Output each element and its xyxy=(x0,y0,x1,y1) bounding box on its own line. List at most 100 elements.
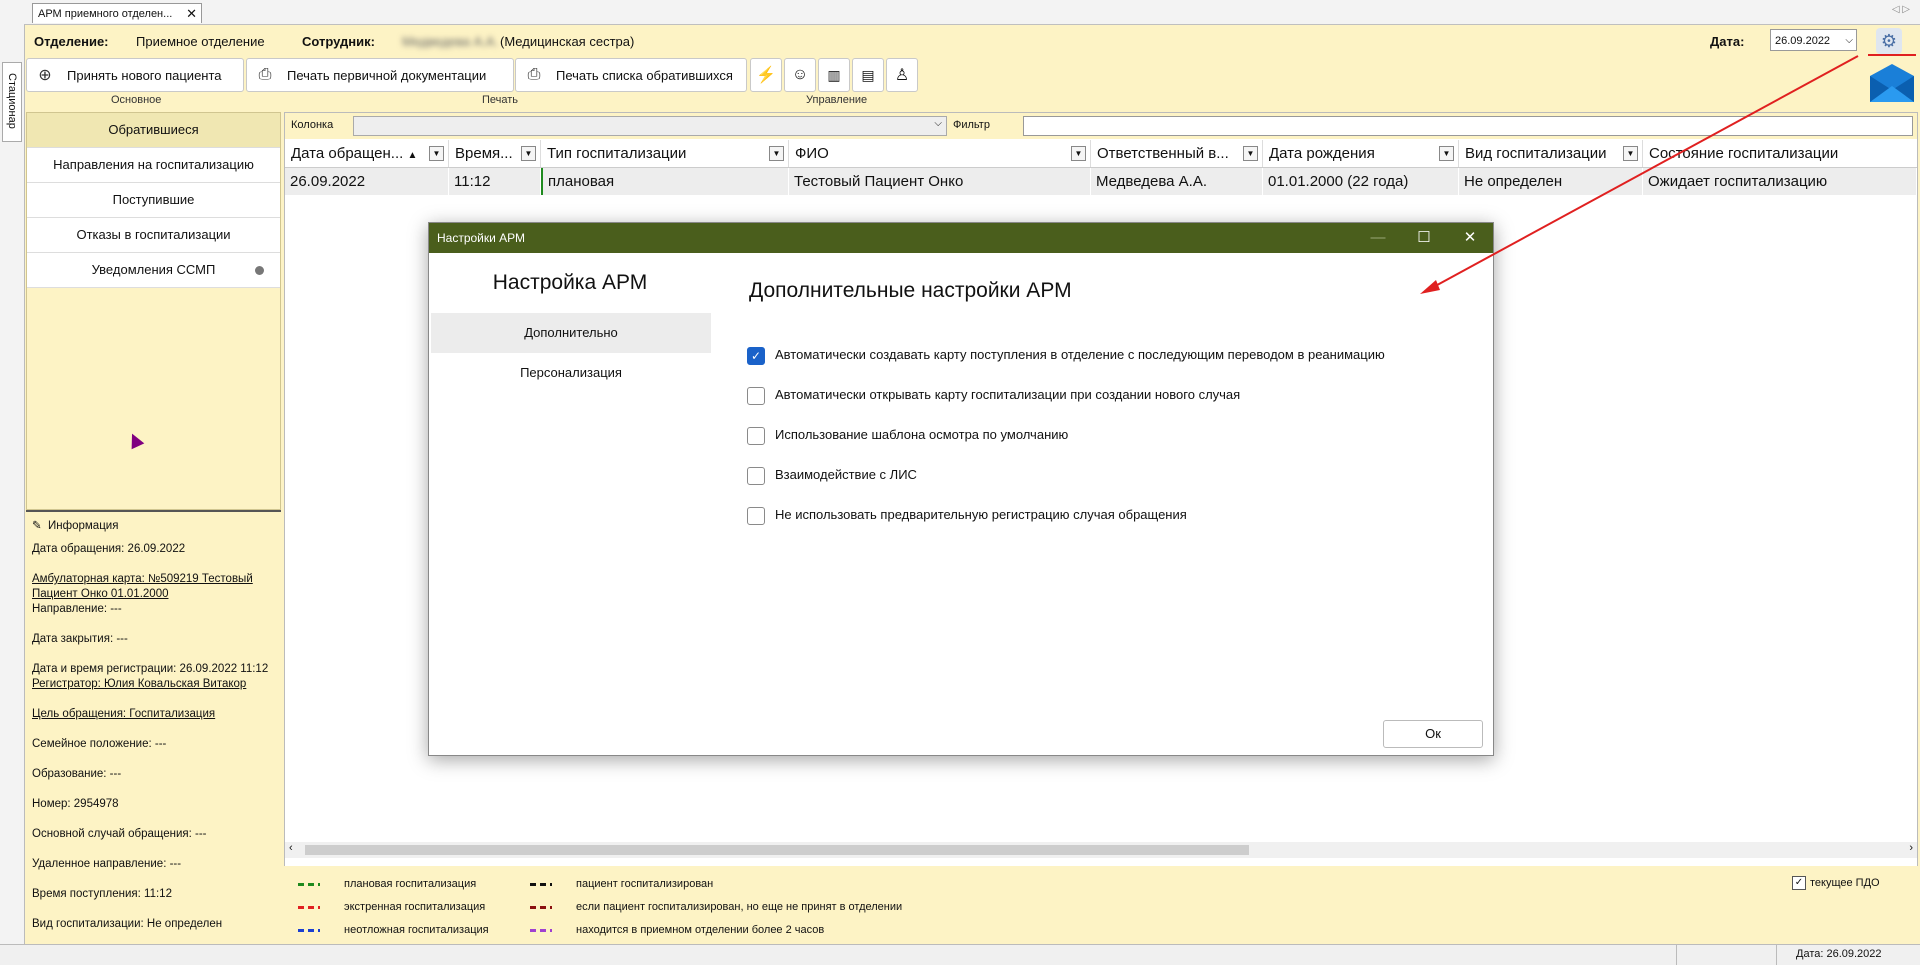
legend-label: пациент госпитализирован xyxy=(576,878,714,890)
side-item-personalization[interactable]: Персонализация xyxy=(431,353,711,393)
nav-item-label: Отказы в госпитализации xyxy=(76,227,231,242)
column-select[interactable]: ⌵ xyxy=(353,116,947,136)
date-picker[interactable]: 26.09.2022 ⌵ xyxy=(1770,29,1857,51)
col-title: Вид госпитализации xyxy=(1465,145,1607,162)
col-title: Дата обращен... xyxy=(291,145,404,162)
col-hosp-type[interactable]: Тип госпитализации ▼ xyxy=(541,140,789,167)
close-icon[interactable]: ✕ xyxy=(1447,223,1493,253)
document-tab[interactable]: АРМ приемного отделен... ✕ xyxy=(32,3,202,23)
legend: плановая госпитализация экстренная госпи… xyxy=(284,866,1918,936)
print-list-button[interactable]: ⎙ Печать списка обратившихся xyxy=(515,58,747,92)
group-label-print: Печать xyxy=(482,94,519,106)
col-name[interactable]: ФИО ▼ xyxy=(789,140,1091,167)
ok-button[interactable]: Ок xyxy=(1383,720,1483,748)
cell-responsible: Медведева А.А. xyxy=(1091,168,1263,195)
table-row[interactable]: 26.09.2022 11:12 плановая Тестовый Пацие… xyxy=(285,168,1917,195)
legend-label: неотложная госпитализация xyxy=(344,924,489,936)
info-line: Вид госпитализации: Не определен xyxy=(32,918,223,930)
printer-icon: ⎙ xyxy=(258,66,272,83)
option-default-template[interactable]: Использование шаблона осмотра по умолчан… xyxy=(747,425,1068,445)
filter-label: Фильтр xyxy=(953,119,990,131)
chevron-right-icon[interactable]: ▷ xyxy=(1902,4,1910,15)
col-title: Состояние госпитализации xyxy=(1649,145,1839,162)
info-line: Семейное положение: --- xyxy=(32,738,167,750)
employee-name: Медведева А.А. xyxy=(402,34,499,49)
tab-scroll-arrows[interactable]: ◁ ▷ xyxy=(1892,4,1910,15)
option-label: Автоматически создавать карту поступлени… xyxy=(775,347,1385,362)
info-outpatient-card-link[interactable]: Амбулаторная карта: №509219 Тестовый Пац… xyxy=(32,572,275,602)
group-label-basic: Основное xyxy=(111,94,162,106)
horizontal-scrollbar[interactable]: ‹ › xyxy=(285,842,1917,858)
chevron-down-icon: ⌵ xyxy=(934,118,942,129)
col-date[interactable]: Дата обращен... ▲ ▼ xyxy=(285,140,449,167)
nav-item-referrals[interactable]: Направления на госпитализацию xyxy=(27,148,280,183)
left-vertical-strip: Стационар xyxy=(0,0,25,944)
manage-button-3[interactable]: ▥ xyxy=(818,58,850,92)
note-icon: ✎ xyxy=(32,520,42,532)
scroll-left-icon[interactable]: ‹ xyxy=(289,842,293,854)
minimize-icon[interactable]: — xyxy=(1355,223,1401,253)
col-hosp-kind[interactable]: Вид госпитализации ▼ xyxy=(1459,140,1643,167)
option-lis-integration[interactable]: Взаимодействие с ЛИС xyxy=(747,465,917,485)
col-hosp-state[interactable]: Состояние госпитализации xyxy=(1643,140,1917,167)
option-auto-open-card[interactable]: Автоматически открывать карту госпитализ… xyxy=(747,385,1240,405)
department-label: Отделение: xyxy=(34,34,109,49)
manage-button-4[interactable]: ▤ xyxy=(852,58,884,92)
manage-button-1[interactable]: ⚡ xyxy=(750,58,782,92)
new-patient-button[interactable]: ⊕ Принять нового пациента xyxy=(26,58,244,92)
document-tab-bar: АРМ приемного отделен... ✕ ◁ ▷ xyxy=(24,0,1920,25)
filter-dropdown-icon[interactable]: ▼ xyxy=(429,146,444,161)
manage-button-5[interactable]: ♙ xyxy=(886,58,918,92)
info-line: Дата обращения: 26.09.2022 xyxy=(32,543,186,555)
nav-item-applicants[interactable]: Обратившиеся xyxy=(27,113,280,148)
filter-dropdown-icon[interactable]: ▼ xyxy=(769,146,784,161)
col-birth-date[interactable]: Дата рождения ▼ xyxy=(1263,140,1459,167)
checkbox-checked-icon[interactable]: ✓ xyxy=(747,346,765,365)
checkbox-icon[interactable] xyxy=(747,426,765,445)
nav-item-admitted[interactable]: Поступившие xyxy=(27,183,280,218)
option-no-preregistration[interactable]: Не использовать предварительную регистра… xyxy=(747,505,1187,525)
filter-dropdown-icon[interactable]: ▼ xyxy=(1243,146,1258,161)
legend-label: находится в приемном отделении более 2 ч… xyxy=(576,924,825,936)
col-time[interactable]: Время... ▼ xyxy=(449,140,541,167)
close-tab-icon[interactable]: ✕ xyxy=(186,4,197,24)
running-person-icon: ⚡ xyxy=(756,67,776,84)
scrollbar-thumb[interactable] xyxy=(305,845,1249,855)
checkbox-icon[interactable] xyxy=(747,466,765,485)
group-label-manage: Управление xyxy=(806,94,868,106)
filter-dropdown-icon[interactable]: ▼ xyxy=(521,146,536,161)
info-purpose-link[interactable]: Цель обращения: Госпитализация xyxy=(32,707,275,722)
col-title: Ответственный в... xyxy=(1097,145,1229,162)
settings-gear-icon[interactable]: ⚙ xyxy=(1876,28,1902,54)
hospital-side-tab[interactable]: Стационар xyxy=(2,62,22,142)
print-list-label: Печать списка обратившихся xyxy=(556,67,733,83)
scroll-right-icon[interactable]: › xyxy=(1909,842,1913,854)
current-pdo-checkbox[interactable]: ✓ текущее ПДО xyxy=(1792,876,1880,890)
print-primary-docs-button[interactable]: ⎙ Печать первичной документации xyxy=(246,58,514,92)
manage-button-2[interactable]: ☺ xyxy=(784,58,816,92)
cell-birth-date: 01.01.2000 (22 года) xyxy=(1263,168,1459,195)
maximize-icon[interactable]: ☐ xyxy=(1401,223,1447,253)
filter-dropdown-icon[interactable]: ▼ xyxy=(1071,146,1086,161)
nav-item-notifications[interactable]: Уведомления ССМП xyxy=(27,253,280,288)
settings-dialog: Настройки АРМ — ☐ ✕ Настройка АРМ Дополн… xyxy=(428,222,1494,756)
checkbox-icon[interactable] xyxy=(747,386,765,405)
filter-dropdown-icon[interactable]: ▼ xyxy=(1439,146,1454,161)
dialog-title-bar[interactable]: Настройки АРМ — ☐ ✕ xyxy=(429,223,1493,253)
checkmark-icon[interactable]: ✓ xyxy=(1792,876,1806,890)
side-item-additional[interactable]: Дополнительно xyxy=(431,313,711,353)
nav-item-refusals[interactable]: Отказы в госпитализации xyxy=(27,218,280,253)
col-responsible[interactable]: Ответственный в... ▼ xyxy=(1091,140,1263,167)
info-line: Направление: --- xyxy=(32,603,122,615)
nav-item-label: Обратившиеся xyxy=(108,122,199,137)
chevron-left-icon[interactable]: ◁ xyxy=(1892,4,1900,15)
option-auto-admission-card[interactable]: ✓ Автоматически создавать карту поступлен… xyxy=(747,345,1385,365)
filter-dropdown-icon[interactable]: ▼ xyxy=(1623,146,1638,161)
nav-item-label: Направления на госпитализацию xyxy=(53,157,254,172)
filter-input[interactable] xyxy=(1023,116,1913,136)
checkbox-icon[interactable] xyxy=(747,506,765,525)
person-gear-icon: ♙ xyxy=(894,67,910,84)
info-registrar-link[interactable]: Регистратор: Юлия Ковальская Витакор xyxy=(32,677,275,692)
cell-name: Тестовый Пациент Онко xyxy=(789,168,1091,195)
left-navigation: Обратившиеся Направления на госпитализац… xyxy=(26,112,281,510)
